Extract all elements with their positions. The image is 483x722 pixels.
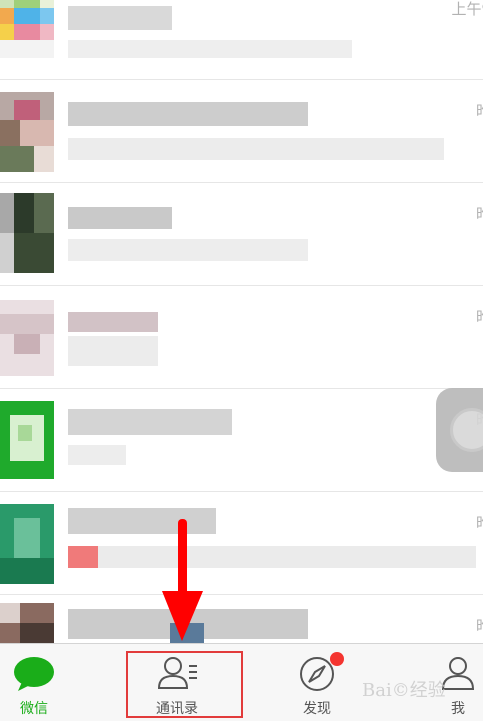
message-preview [68,336,158,366]
contact-name [68,6,172,30]
chat-list: 上午9 昨 昨 [0,0,483,643]
annotation-arrow-icon [162,519,203,641]
message-preview [68,239,308,261]
chat-row[interactable]: 昨 [0,286,483,389]
unread-marker [68,546,98,568]
message-preview [68,138,444,160]
chat-row[interactable]: 昨 [0,183,483,286]
message-preview [68,40,352,58]
avatar[interactable] [0,504,54,584]
chat-row[interactable]: 昨 [0,595,483,643]
chat-row[interactable]: 上午9 [0,0,483,80]
assistive-touch-ring-icon [450,408,483,452]
message-preview [68,445,126,465]
tab-label: 微信 [20,701,48,717]
message-time: 昨 [476,306,483,327]
contact-name [68,207,172,229]
contact-name [68,409,232,435]
avatar[interactable] [0,193,54,273]
contact-name [68,312,158,332]
message-time: 昨 [476,512,483,533]
contact-name [68,102,308,126]
tab-chats[interactable]: 微信 [0,644,84,722]
contacts-tab-highlight-box [126,651,243,718]
message-time: 昨 [476,100,483,121]
chat-row[interactable]: 昨 [0,492,483,595]
message-preview [98,546,476,568]
chat-row[interactable]: 昨 [0,80,483,183]
avatar[interactable] [0,603,54,643]
message-time: 昨 [476,615,483,636]
discover-badge-dot [330,652,344,666]
avatar[interactable] [0,300,54,380]
assistive-touch-button[interactable] [436,388,483,472]
message-time: 昨 [476,203,483,224]
avatar[interactable] [0,0,54,58]
chat-bubble-icon [12,654,56,694]
chat-row[interactable]: 昨 [0,389,483,492]
watermark-logo: Bai©经验 [362,680,446,701]
tab-label: 发现 [303,701,331,717]
avatar[interactable] [0,401,54,479]
tab-discover[interactable]: 发现 [267,644,367,722]
message-time: 上午9 [451,0,483,18]
avatar[interactable] [0,92,54,172]
